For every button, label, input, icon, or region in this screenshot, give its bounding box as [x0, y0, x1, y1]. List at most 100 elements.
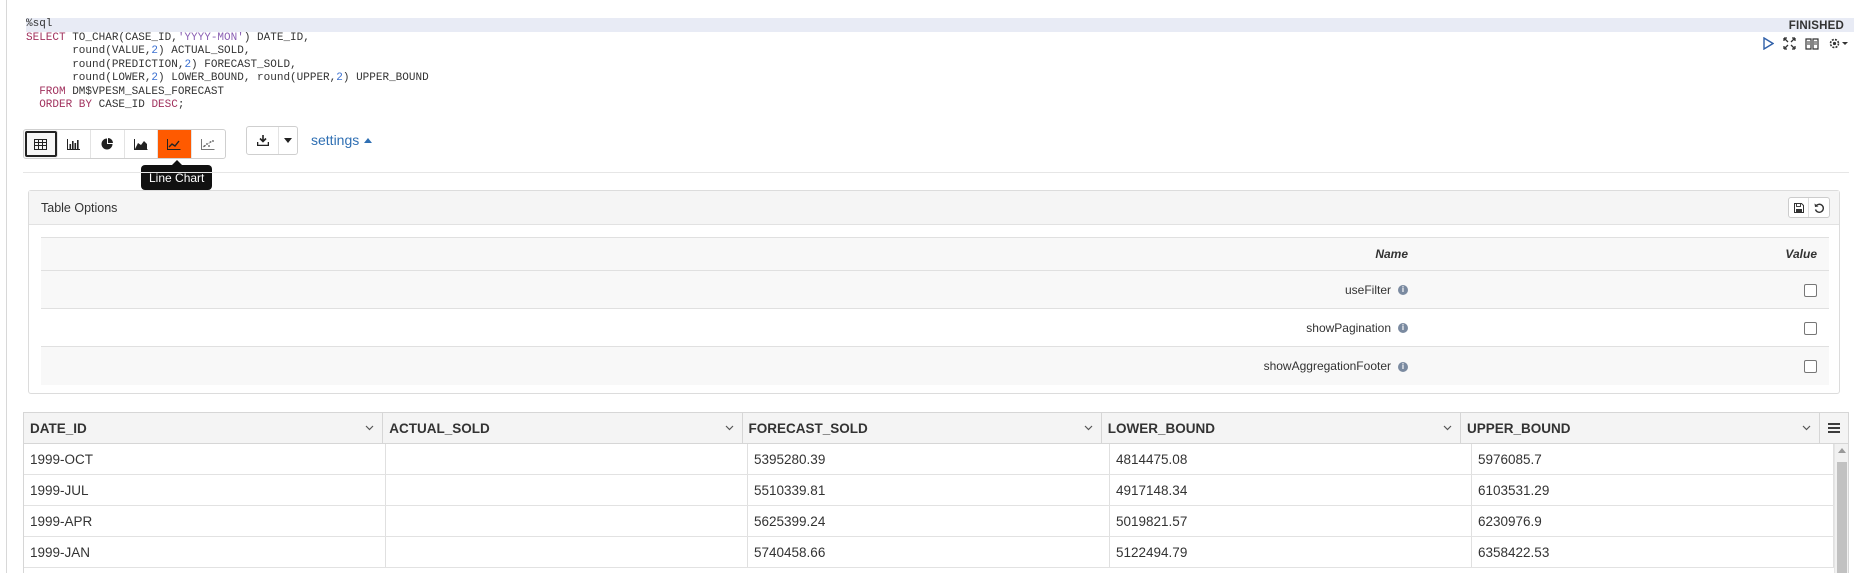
cell-upper-bound[interactable]: 6230976.9 [1472, 506, 1834, 536]
table-options-panel: Table Options Name Value useFilter i show… [28, 190, 1840, 394]
options-name-header: Name [41, 237, 1416, 271]
area-chart-icon [133, 138, 148, 150]
cell-upper-bound[interactable]: 6103531.29 [1472, 475, 1834, 505]
column-title: LOWER_BOUND [1107, 420, 1215, 436]
code-line-3: round(VALUE,2) ACTUAL_SOLD, [26, 45, 251, 57]
column-title: UPPER_BOUND [1467, 420, 1571, 436]
option-row-usefilter: useFilter i [41, 270, 1829, 309]
chevron-down-icon[interactable] [1084, 425, 1093, 431]
column-title: DATE_ID [30, 420, 87, 436]
table-row[interactable]: 1999-JUL 5510339.81 4917148.34 6103531.2… [24, 475, 1848, 506]
result-grid: DATE_ID ACTUAL_SOLD FORECAST_SOLD LOWER_… [23, 412, 1849, 573]
cell-date-id[interactable]: 1999-OCT [24, 444, 386, 474]
table-options-title: Table Options [41, 200, 118, 215]
save-options-button[interactable] [1789, 198, 1809, 217]
line-chart-button[interactable] [158, 130, 192, 158]
column-header-date-id[interactable]: DATE_ID [24, 413, 384, 443]
cell-forecast-sold[interactable]: 5510339.81 [748, 475, 1110, 505]
toolbar-divider [23, 172, 1849, 173]
column-header-actual-sold[interactable]: ACTUAL_SOLD [383, 413, 743, 443]
cell-lower-bound[interactable]: 4917148.34 [1110, 475, 1472, 505]
cell-actual-sold[interactable] [386, 475, 748, 505]
info-icon[interactable]: i [1398, 361, 1408, 372]
pie-chart-button[interactable] [91, 130, 125, 158]
chevron-down-icon[interactable] [725, 425, 734, 431]
cell-lower-bound[interactable]: 5019821.57 [1110, 506, 1472, 536]
option-name: showPagination [1306, 320, 1391, 335]
column-title: ACTUAL_SOLD [389, 420, 490, 436]
bar-chart-button[interactable] [58, 130, 91, 158]
cell-date-id[interactable]: 1999-APR [24, 506, 386, 536]
table-row[interactable]: 1999-APR 5625399.24 5019821.57 6230976.9 [24, 506, 1848, 537]
download-icon [256, 135, 269, 146]
column-header-lower-bound[interactable]: LOWER_BOUND [1102, 413, 1461, 443]
cell-upper-bound[interactable]: 5976085.7 [1472, 444, 1834, 474]
chevron-down-icon[interactable] [365, 425, 374, 431]
book-icon[interactable] [1805, 36, 1819, 50]
table-view-button[interactable] [24, 130, 58, 158]
cell-actual-sold[interactable] [386, 506, 748, 536]
code-line-7: ORDER BY CASE_ID DESC; [39, 99, 185, 111]
chevron-down-icon[interactable] [1443, 425, 1452, 431]
cell-actual-sold[interactable] [386, 537, 748, 567]
options-value-header: Value [1416, 237, 1829, 271]
code-editor[interactable]: %sql SELECT TO_CHAR(CASE_ID,'YYYY-MON') … [26, 18, 1862, 118]
settings-toggle[interactable]: settings [311, 132, 373, 148]
chevron-down-icon[interactable] [1802, 425, 1811, 431]
code-line-1: %sql [26, 18, 1854, 32]
grid-header: DATE_ID ACTUAL_SOLD FORECAST_SOLD LOWER_… [24, 413, 1848, 444]
code-line-6: FROM DM$VPESM_SALES_FORECAST [39, 85, 225, 98]
showpagination-checkbox[interactable] [1804, 321, 1817, 335]
grid-body: 1999-OCT 5395280.39 4814475.08 5976085.7… [24, 444, 1848, 568]
run-icon[interactable] [1762, 36, 1774, 50]
info-icon[interactable]: i [1398, 323, 1408, 334]
showaggregationfooter-checkbox[interactable] [1804, 359, 1817, 373]
code-line-2: SELECT TO_CHAR(CASE_ID,'YYYY-MON') DATE_… [26, 31, 310, 44]
grid-scrollbar[interactable] [1834, 444, 1848, 573]
undo-icon [1814, 203, 1824, 213]
scroll-thumb[interactable] [1837, 462, 1847, 573]
table-row[interactable]: 1999-JAN 5740458.66 5122494.79 6358422.5… [24, 537, 1848, 568]
cell-forecast-sold[interactable]: 5740458.66 [748, 537, 1110, 567]
column-header-upper-bound[interactable]: UPPER_BOUND [1461, 413, 1821, 443]
cell-actual-sold[interactable] [386, 444, 748, 474]
usefilter-checkbox[interactable] [1804, 283, 1817, 297]
table-row[interactable]: 1999-OCT 5395280.39 4814475.08 5976085.7 [24, 444, 1848, 475]
cell-lower-bound[interactable]: 4814475.08 [1110, 444, 1472, 474]
option-row-showpagination: showPagination i [41, 308, 1829, 347]
cell-date-id[interactable]: 1999-JAN [24, 537, 386, 567]
line-chart-tooltip: Line Chart [141, 160, 213, 190]
paragraph-controls [1762, 36, 1848, 50]
expand-icon[interactable] [1783, 36, 1796, 50]
area-chart-button[interactable] [125, 130, 158, 158]
download-options-caret[interactable] [279, 127, 297, 154]
table-options-list: Name Value useFilter i showPagination i sh… [41, 237, 1829, 385]
bar-chart-icon [67, 138, 81, 150]
cell-date-id[interactable]: 1999-JUL [24, 475, 386, 505]
grid-menu-button[interactable] [1820, 413, 1848, 443]
table-options-actions [1788, 197, 1830, 218]
option-name: useFilter [1344, 282, 1391, 297]
reset-options-button[interactable] [1809, 198, 1829, 217]
column-title: FORECAST_SOLD [748, 420, 868, 436]
options-header-row: Name Value [41, 237, 1829, 271]
option-row-showaggregationfooter: showAggregationFooter i [41, 346, 1829, 385]
cell-lower-bound[interactable]: 5122494.79 [1110, 537, 1472, 567]
cell-upper-bound[interactable]: 6358422.53 [1472, 537, 1834, 567]
hamburger-menu-icon [1828, 423, 1841, 433]
cell-forecast-sold[interactable]: 5395280.39 [748, 444, 1110, 474]
info-icon[interactable]: i [1398, 285, 1408, 296]
column-header-forecast-sold[interactable]: FORECAST_SOLD [743, 413, 1102, 443]
scatter-chart-button[interactable] [192, 130, 226, 158]
scroll-up-arrow[interactable] [1838, 448, 1846, 453]
save-icon [1793, 202, 1804, 213]
pie-chart-icon [101, 138, 114, 150]
download-button[interactable] [247, 127, 279, 154]
option-name: showAggregationFooter [1263, 358, 1391, 373]
gear-icon[interactable] [1828, 36, 1848, 50]
code-line-5: round(LOWER,2) LOWER_BOUND, round(UPPER,… [26, 72, 429, 84]
paragraph-status: FINISHED [1788, 20, 1844, 32]
table-icon [33, 138, 47, 150]
cell-forecast-sold[interactable]: 5625399.24 [748, 506, 1110, 536]
scatter-chart-icon [201, 138, 215, 150]
